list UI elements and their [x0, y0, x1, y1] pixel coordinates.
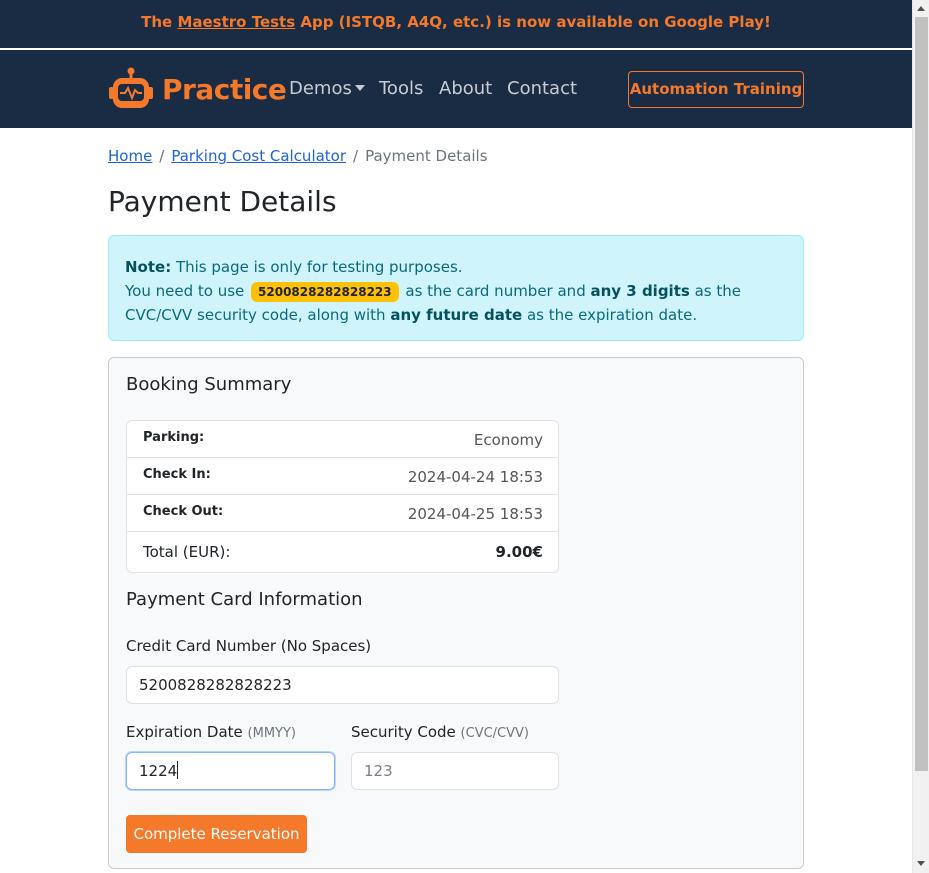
text-cursor: [177, 761, 179, 779]
security-code-label: Security Code (CVC/CVV): [351, 723, 529, 741]
booking-summary-table: Parking: Economy Check In: 2024-04-24 18…: [126, 420, 559, 573]
summary-value: 2024-04-24 18:53: [407, 468, 543, 486]
payment-card-info-title: Payment Card Information: [126, 589, 363, 610]
brand-text: Practice: [162, 72, 287, 106]
breadcrumb-parking-calculator[interactable]: Parking Cost Calculator: [171, 147, 346, 165]
summary-value: Economy: [473, 431, 543, 449]
expiration-date-label: Expiration Date (MMYY): [126, 723, 296, 741]
breadcrumb-separator: /: [353, 147, 359, 165]
payment-card: Booking Summary Parking: Economy Check I…: [108, 357, 804, 869]
breadcrumb: Home / Parking Cost Calculator / Payment Det…: [108, 147, 488, 165]
caret-down-icon: [354, 84, 365, 91]
breadcrumb-home[interactable]: Home: [108, 147, 152, 165]
expiration-date-value: 1224: [139, 762, 178, 780]
summary-row-check-out: Check Out: 2024-04-25 18:53: [127, 495, 558, 532]
note-line3-suffix: as the expiration date.: [522, 306, 698, 324]
breadcrumb-current: Payment Details: [365, 147, 488, 165]
summary-label: Check In:: [143, 467, 211, 482]
navbar: Practice Demos Tools About Contact Autom…: [0, 50, 912, 128]
security-code-input[interactable]: 123: [351, 752, 559, 790]
note-label: Note:: [125, 258, 172, 276]
booking-summary-title: Booking Summary: [126, 374, 292, 395]
note-future-date: any future date: [390, 306, 523, 324]
security-code-placeholder: 123: [364, 762, 393, 780]
summary-row-check-in: Check In: 2024-04-24 18:53: [127, 458, 558, 495]
nav-about[interactable]: About: [439, 78, 492, 99]
testing-note-alert: Note: This page is only for testing purp…: [108, 235, 804, 341]
vertical-scrollbar[interactable]: [912, 0, 929, 873]
card-number-input[interactable]: 5200828282828223: [126, 666, 559, 704]
maestro-tests-link[interactable]: Maestro Tests: [177, 13, 295, 31]
test-card-number-badge: 5200828282828223: [251, 282, 399, 302]
expiration-date-input[interactable]: 1224: [126, 752, 335, 790]
scroll-down-arrow-icon[interactable]: [917, 861, 925, 866]
summary-label: Check Out:: [143, 504, 224, 519]
note-line2-mid: as the card number and: [400, 282, 591, 300]
page-title: Payment Details: [108, 185, 337, 218]
expiration-date-text: Expiration Date: [126, 723, 243, 741]
total-label: Total (EUR):: [143, 543, 231, 561]
announcement-prefix: The: [141, 13, 178, 31]
nav-demos-label: Demos: [289, 78, 352, 99]
scrollbar-thumb[interactable]: [915, 17, 928, 771]
nav-tools[interactable]: Tools: [379, 78, 423, 99]
summary-label: Parking:: [143, 430, 205, 445]
robot-logo-icon: [108, 67, 154, 111]
scroll-up-arrow-icon[interactable]: [917, 6, 925, 11]
brand-link[interactable]: Practice: [108, 67, 287, 111]
summary-row-total: Total (EUR): 9.00€: [127, 532, 558, 572]
security-code-hint: (CVC/CVV): [460, 726, 529, 741]
automation-training-button[interactable]: Automation Training: [628, 71, 804, 108]
expiration-date-hint: (MMYY): [247, 726, 297, 741]
announcement-bar: The Maestro Tests App (ISTQB, A4Q, etc.)…: [0, 0, 912, 48]
card-number-label: Credit Card Number (No Spaces): [126, 637, 372, 655]
complete-reservation-button[interactable]: Complete Reservation: [126, 815, 307, 853]
security-code-text: Security Code: [351, 723, 456, 741]
announcement-suffix: App (ISTQB, A4Q, etc.) is now available …: [295, 13, 771, 31]
page: The Maestro Tests App (ISTQB, A4Q, etc.)…: [0, 0, 912, 873]
total-value: 9.00€: [495, 543, 543, 561]
summary-row-parking: Parking: Economy: [127, 421, 558, 458]
nav-contact[interactable]: Contact: [507, 78, 577, 99]
breadcrumb-separator: /: [159, 147, 165, 165]
note-line2-prefix: You need to use: [125, 282, 250, 300]
summary-value: 2024-04-25 18:53: [407, 505, 543, 523]
note-line1: This page is only for testing purposes.: [171, 258, 463, 276]
nav-demos[interactable]: Demos: [289, 78, 365, 99]
note-digits: any 3 digits: [590, 282, 690, 300]
